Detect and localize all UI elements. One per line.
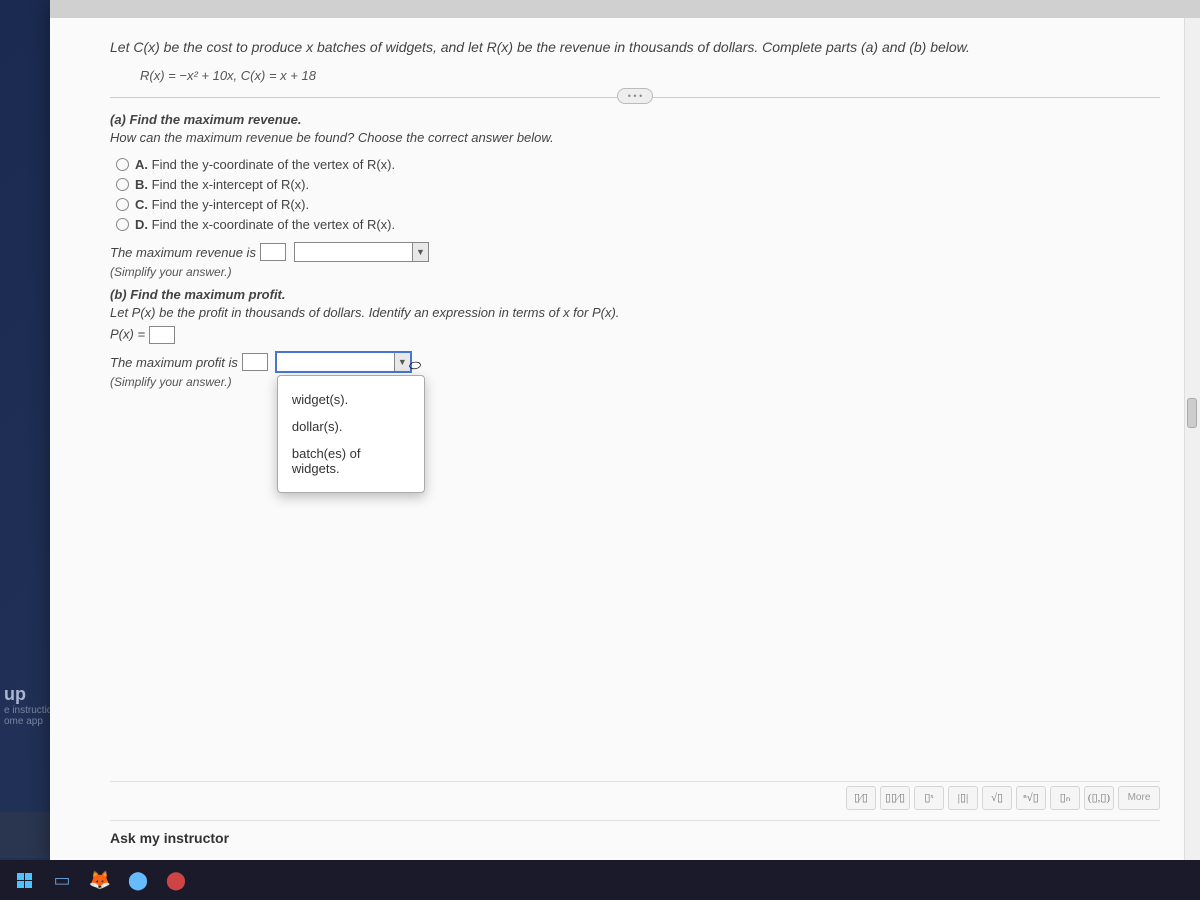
radio-icon[interactable] (116, 158, 129, 171)
ask-instructor-button[interactable]: Ask my instructor (110, 824, 229, 852)
part-a-prompt: How can the maximum revenue be found? Ch… (110, 130, 1160, 145)
question-content: Let C(x) be the cost to produce x batche… (50, 18, 1200, 860)
palette-abs[interactable]: |▯| (948, 786, 978, 810)
part-a-label: (a) Find the maximum revenue. (110, 112, 1160, 127)
palette-subscript[interactable]: ▯ₙ (1050, 786, 1080, 810)
px-input[interactable] (149, 326, 175, 344)
taskbar-app-1[interactable]: ▭ (46, 864, 78, 896)
scrollbar-vertical[interactable] (1184, 18, 1200, 860)
choice-d[interactable]: D. Find the x-coordinate of the vertex o… (116, 217, 1160, 232)
palette-mixed[interactable]: ▯▯⁄▯ (880, 786, 910, 810)
part-b-label: (b) Find the maximum profit. (110, 287, 1160, 302)
max-rev-line: The maximum revenue is ▼ (110, 242, 1160, 262)
palette-ordered-pair[interactable]: (▯,▯) (1084, 786, 1114, 810)
max-rev-unit-dropdown[interactable]: ▼ (294, 242, 429, 262)
choices-group: A. Find the y-coordinate of the vertex o… (116, 157, 1160, 232)
scroll-thumb[interactable] (1187, 398, 1197, 428)
palette-exponent[interactable]: ▯ˣ (914, 786, 944, 810)
radio-icon[interactable] (116, 218, 129, 231)
part-b-prompt: Let P(x) be the profit in thousands of d… (110, 305, 1160, 320)
dd-option-widgets[interactable]: widget(s). (278, 386, 424, 413)
choice-a[interactable]: A. Find the y-coordinate of the vertex o… (116, 157, 1160, 172)
choice-c-text: Find the y-intercept of R(x). (152, 197, 310, 212)
max-profit-input[interactable] (242, 353, 268, 371)
browser-window: Let C(x) be the cost to produce x batche… (50, 0, 1200, 860)
palette-sqrt[interactable]: √▯ (982, 786, 1012, 810)
part-b-help: (Simplify your answer.) (110, 375, 1160, 389)
taskbar-app-4[interactable]: ⬤ (160, 864, 192, 896)
choice-c[interactable]: C. Find the y-intercept of R(x). (116, 197, 1160, 212)
taskbar: ▭ 🦊 ⬤ ⬤ (0, 860, 1200, 900)
choice-b[interactable]: B. Find the x-intercept of R(x). (116, 177, 1160, 192)
palette-nroot[interactable]: ⁿ√▯ (1016, 786, 1046, 810)
max-rev-label: The maximum revenue is (110, 245, 256, 260)
taskbar-app-3[interactable]: ⬤ (122, 864, 154, 896)
radio-icon[interactable] (116, 178, 129, 191)
title-bar (50, 0, 1200, 18)
math-palette: ▯⁄▯ ▯▯⁄▯ ▯ˣ |▯| √▯ ⁿ√▯ ▯ₙ (▯,▯) More (110, 781, 1160, 814)
taskbar-firefox[interactable]: 🦊 (84, 864, 116, 896)
palette-more[interactable]: More (1118, 786, 1160, 810)
chevron-down-icon[interactable]: ▼ (394, 353, 410, 371)
start-button[interactable] (8, 864, 40, 896)
choice-a-text: Find the y-coordinate of the vertex of R… (152, 157, 396, 172)
choice-d-text: Find the x-coordinate of the vertex of R… (152, 217, 396, 232)
choice-b-text: Find the x-intercept of R(x). (152, 177, 310, 192)
px-label: P(x) = (110, 327, 145, 342)
chevron-down-icon[interactable]: ▼ (412, 243, 428, 261)
radio-icon[interactable] (116, 198, 129, 211)
footer: ▯⁄▯ ▯▯⁄▯ ▯ˣ |▯| √▯ ⁿ√▯ ▯ₙ (▯,▯) More (110, 781, 1160, 814)
problem-formula: R(x) = −x² + 10x, C(x) = x + 18 (140, 68, 1160, 83)
max-profit-line: The maximum profit is ▼ ⬭ widget(s). dol… (110, 352, 1160, 372)
dropdown-menu: widget(s). dollar(s). batch(es) of widge… (277, 375, 425, 493)
problem-intro: Let C(x) be the cost to produce x batche… (110, 36, 1160, 58)
ask-bar: Ask my instructor (110, 820, 1160, 854)
part-a: (a) Find the maximum revenue. How can th… (110, 112, 1160, 389)
part-a-help: (Simplify your answer.) (110, 265, 1160, 279)
px-line: P(x) = (110, 326, 1160, 344)
max-profit-label: The maximum profit is (110, 355, 238, 370)
max-rev-input[interactable] (260, 243, 286, 261)
windows-icon (17, 873, 32, 888)
dd-option-dollars[interactable]: dollar(s). (278, 413, 424, 440)
palette-fraction[interactable]: ▯⁄▯ (846, 786, 876, 810)
dd-option-batches[interactable]: batch(es) of widgets. (278, 440, 424, 482)
ellipsis-toggle[interactable]: • • • (617, 88, 653, 104)
max-profit-unit-dropdown[interactable]: ▼ ⬭ widget(s). dollar(s). batch(es) of w… (276, 352, 411, 372)
